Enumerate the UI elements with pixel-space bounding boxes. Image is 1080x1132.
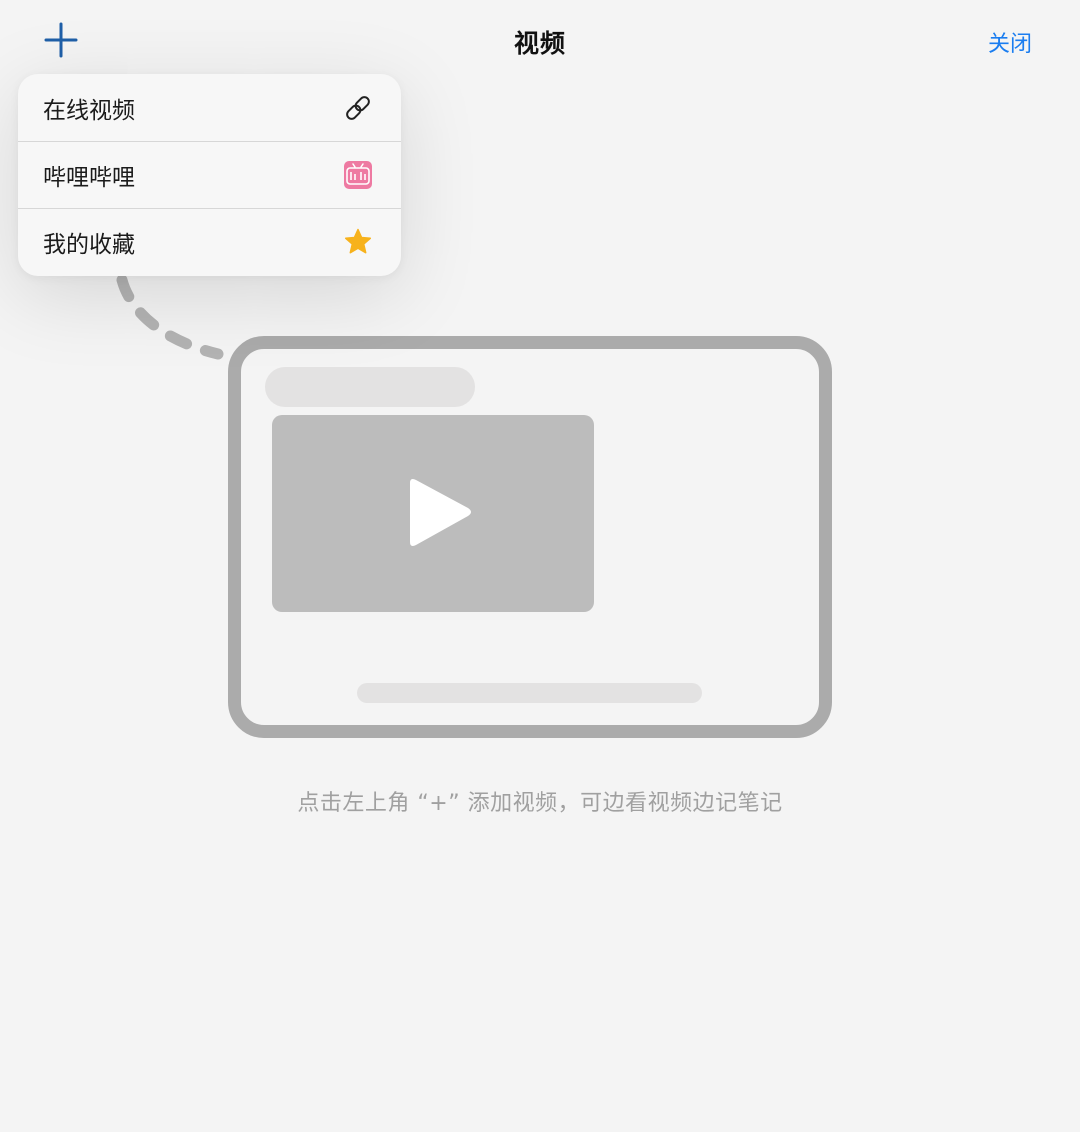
- menu-item-label: 哔哩哔哩: [43, 165, 135, 191]
- add-video-menu: 在线视频 哔哩哔哩 我的收藏: [18, 74, 401, 276]
- empty-state-hint: 点击左上角 “+” 添加视频，可边看视频边记笔记: [297, 791, 783, 816]
- menu-item-label: 我的收藏: [43, 232, 135, 258]
- bilibili-icon: [343, 160, 373, 190]
- empty-state-illustration: [228, 336, 832, 738]
- close-button[interactable]: 关闭: [988, 26, 1032, 58]
- dashed-connector: [116, 274, 224, 360]
- star-icon: [343, 227, 373, 257]
- menu-item-label: 在线视频: [43, 97, 135, 124]
- play-icon: [410, 479, 471, 546]
- illustration-progress-bar: [357, 683, 702, 703]
- menu-item-bilibili[interactable]: 哔哩哔哩: [18, 141, 401, 208]
- menu-item-favorites[interactable]: 我的收藏: [18, 208, 401, 275]
- page-title: 视频: [513, 29, 566, 58]
- header: 视频 关闭: [0, 0, 1080, 80]
- link-icon: [343, 93, 373, 123]
- illustration-video-frame: [272, 415, 594, 612]
- menu-item-online-video[interactable]: 在线视频: [18, 74, 401, 141]
- video-panel: 视频 关闭 点击左上角 “+” 添加视频，可边看视频边记笔记 在线视频 哔哩哔哩…: [0, 0, 1080, 1132]
- illustration-title-bar: [265, 367, 475, 407]
